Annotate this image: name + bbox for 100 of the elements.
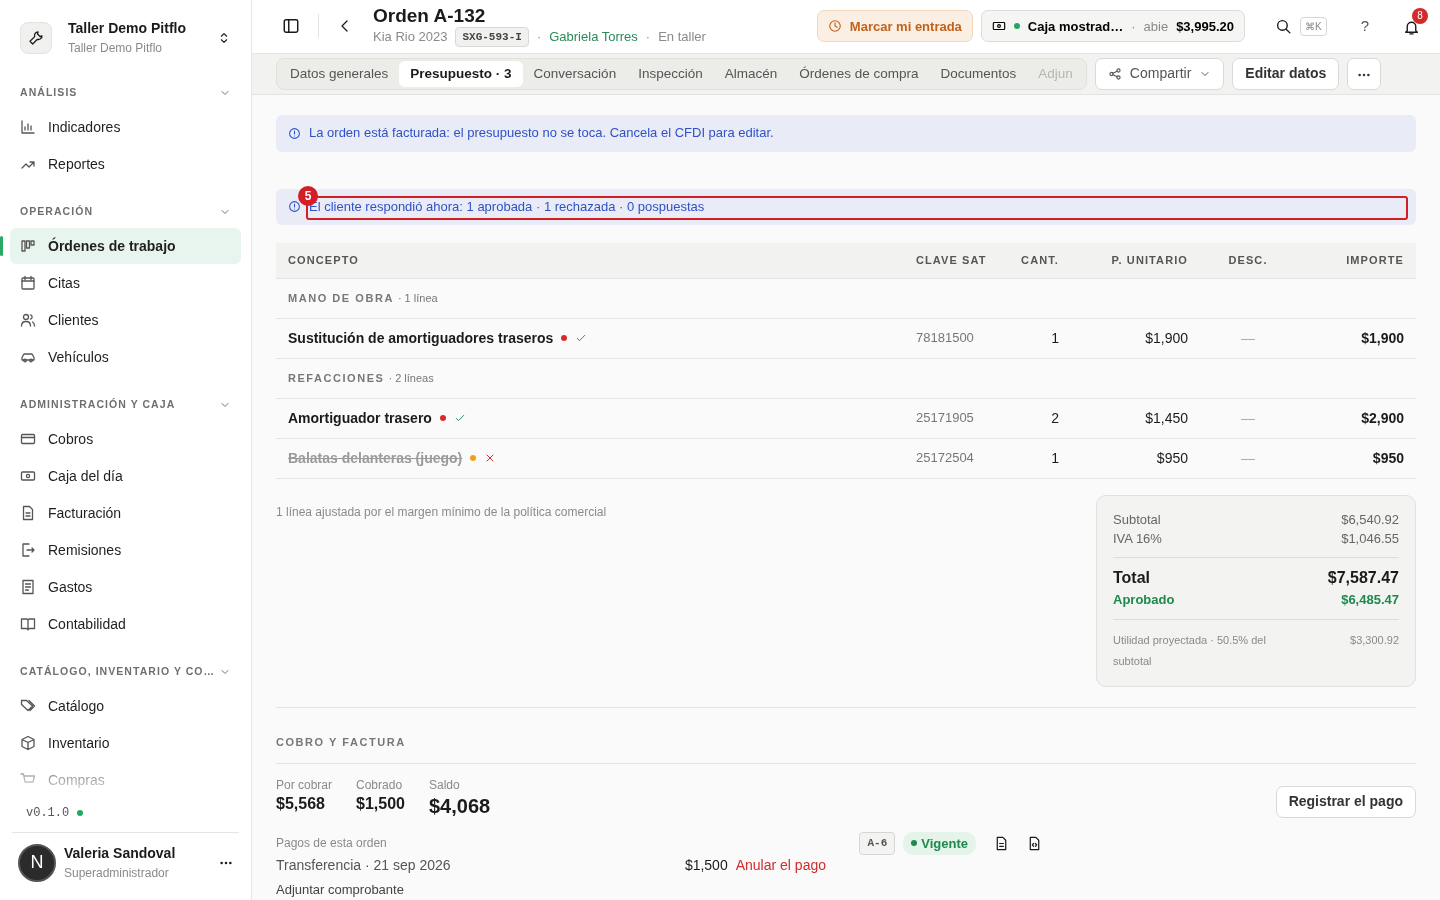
shortcut-key: ⌘K [1300, 17, 1327, 36]
edit-button[interactable]: Editar datos [1232, 57, 1340, 90]
sidebar-item[interactable]: Cobros [10, 421, 241, 457]
clock-in-button[interactable]: Marcar mi entrada [816, 10, 973, 43]
code-file-icon[interactable] [1027, 835, 1042, 851]
column-header: CONCEPTO [288, 252, 360, 268]
export-icon [20, 542, 36, 558]
group-title: MANO DE OBRA [288, 290, 394, 306]
attach-receipt-link[interactable]: Adjuntar comprobante [276, 880, 404, 900]
concept-text: Amortiguador trasero [288, 408, 432, 428]
section-title: OPERACIÓN [20, 204, 94, 220]
tab[interactable]: Documentos [929, 60, 1028, 87]
column-header: P. UNITARIO [1110, 252, 1188, 268]
stat-value: $5,568 [276, 793, 326, 813]
vehicle-text: Kia Rio 2023 [373, 28, 448, 47]
sidebar-item[interactable]: Indicadores [10, 109, 241, 145]
cancel-payment-link[interactable]: Anular el pago [735, 855, 826, 876]
column-header: IMPORTE [1345, 252, 1404, 268]
table-cell-text: — [1240, 408, 1256, 428]
receipt-icon [20, 579, 36, 595]
table-cell-text: 25171905 [916, 409, 975, 428]
table-cell-text: — [1240, 448, 1256, 468]
sidebar-item[interactable]: Citas [10, 265, 241, 301]
separator-dot: · [536, 28, 542, 47]
table-cell-text: 1 [1050, 448, 1059, 468]
sidebar-item[interactable]: Inventario [10, 725, 241, 761]
cube-icon [20, 735, 36, 751]
order-title: Orden A-132 [373, 5, 487, 27]
search-icon[interactable] [1275, 18, 1292, 35]
clock-icon [827, 19, 842, 34]
approved-value: $6,485.47 [1341, 590, 1399, 609]
stat-value: $4,068 [428, 793, 491, 818]
payment-amount: $1,500 [684, 856, 728, 875]
kanban-icon [20, 238, 36, 254]
user-name: Valeria Sandoval [64, 844, 177, 863]
sidebar-toggle-icon[interactable] [282, 17, 300, 36]
stat-label: Saldo [428, 776, 461, 794]
table-cell-text: — [1240, 328, 1256, 348]
version-label: v0.1.0 [26, 805, 70, 822]
table-cell-text: 25172504 [916, 449, 975, 468]
sidebar-item[interactable]: Gastos [10, 569, 241, 605]
profit-label: Utilidad proyectada · 50.5% del subtotal [1113, 633, 1267, 669]
user-role: Superadministrador [64, 865, 170, 882]
concept-text: Balatas delanteras (juego) [288, 448, 463, 468]
line-count: · 2 líneas [388, 370, 434, 386]
column-header: CANT. [1020, 252, 1059, 268]
help-button[interactable]: ? [1360, 15, 1369, 38]
bell-icon[interactable] [1403, 18, 1420, 36]
customer-link[interactable]: Gabriela Torres [549, 27, 638, 47]
total-value: $7,587.47 [1327, 567, 1399, 588]
tab[interactable]: Presupuesto · 3 [399, 60, 523, 87]
sidebar-item[interactable]: Catálogo [10, 688, 241, 724]
banner-text: La orden está facturada: el presupuesto no se toca. Cancela el CFDI para editar. [309, 124, 774, 143]
section-title: CATÁLOGO, INVENTARIO Y CO… [20, 664, 216, 680]
register-payment-button[interactable]: Registrar el pago [1275, 785, 1416, 818]
tag-icon [20, 698, 36, 714]
sidebar-item[interactable]: Reportes [10, 146, 241, 182]
payments-title: Pagos de esta orden [276, 835, 387, 853]
document-icon [20, 505, 36, 521]
workspace-switcher[interactable]: Taller Demo Pitflo Taller Demo Pitflo [0, 0, 251, 83]
plate-tag: SXG-593-I [455, 26, 529, 48]
info-icon [288, 200, 301, 213]
cash-register-button[interactable]: Caja mostrad… · abie $3,995.20 [980, 10, 1245, 43]
stat-value: $1,500 [356, 793, 405, 813]
avatar: N [18, 843, 56, 882]
tax-label: IVA 16% [1113, 530, 1162, 548]
book-icon [20, 616, 36, 632]
sidebar-item[interactable]: Caja del día [10, 458, 241, 494]
tab[interactable]: Almacén [713, 60, 789, 87]
tab[interactable]: Órdenes de compra [788, 60, 930, 87]
sidebar-item[interactable]: Remisiones [10, 532, 241, 568]
payment-method: Transferencia · 21 sep 2026 [276, 856, 451, 875]
document-icon[interactable] [994, 835, 1009, 851]
tab[interactable]: Datos generales [279, 60, 400, 87]
column-header: CLAVE SAT [916, 252, 988, 268]
sidebar-item[interactable]: Clientes [10, 302, 241, 338]
table-cell-text: $1,450 [1144, 408, 1188, 428]
table-cell-text: $2,900 [1360, 408, 1404, 428]
share-button[interactable]: Compartir [1094, 57, 1225, 90]
table-cell-text: $1,900 [1144, 328, 1188, 348]
sidebar-item[interactable]: Facturación [10, 495, 241, 531]
sidebar-item[interactable]: Vehículos [10, 339, 241, 375]
table-cell-text: 2 [1050, 408, 1059, 428]
workspace-subtitle: Taller Demo Pitflo [68, 40, 164, 57]
subtotal-label: Subtotal [1113, 510, 1161, 529]
calendar-icon [20, 275, 36, 291]
column-header: DESC. [1227, 252, 1269, 268]
section-title: COBRO Y FACTURA [276, 734, 1416, 764]
workspace-name: Taller Demo Pitflo [68, 19, 187, 38]
total-label: Total [1113, 567, 1151, 588]
tab[interactable]: Conversación [522, 60, 628, 87]
info-icon [288, 126, 301, 140]
approved-label: Aprobado [1113, 590, 1175, 609]
section-title: ADMINISTRACIÓN Y CAJA [20, 397, 176, 413]
card-icon [20, 431, 36, 447]
cash-icon [20, 468, 36, 484]
sidebar-item[interactable]: Contabilidad [10, 606, 241, 642]
tab[interactable]: Inspección [627, 60, 714, 87]
table-cell-text: 78181500 [916, 329, 975, 348]
subtotal-value: $6,540.92 [1341, 510, 1399, 529]
